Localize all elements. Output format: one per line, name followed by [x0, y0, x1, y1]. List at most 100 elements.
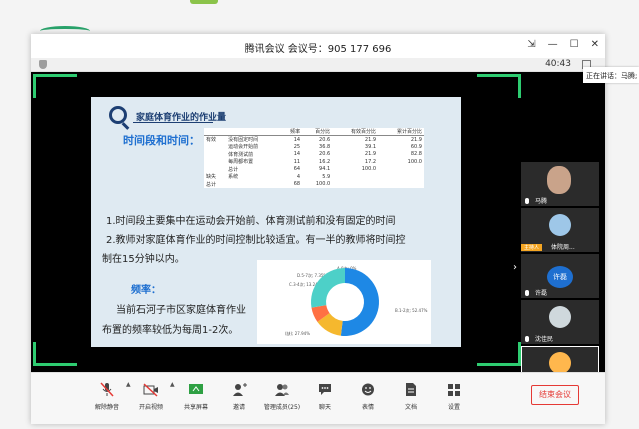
meeting-toolbar: 解除静音 ▲ 开启视频 ▲ 共享屏幕 邀请 管理成员(25) 聊天 表情 文档 … — [31, 372, 605, 424]
slide-point-2: 2.教师对家庭体育作业的时间控制比较适宜。有一半的教师将时间控 — [106, 235, 406, 246]
participant-tile[interactable]: 主持人 体院周... — [521, 208, 599, 252]
emoji-icon — [362, 383, 374, 396]
avatar — [549, 214, 571, 236]
table-cell — [204, 143, 226, 151]
table-header: 有效百分比 — [332, 128, 379, 136]
share-screen-icon — [189, 384, 203, 394]
video-off-icon — [143, 383, 158, 397]
participant-video — [547, 166, 571, 194]
table-header — [226, 128, 280, 136]
slide-point-1: 1.时间段主要集中在运动会开始前、体育测试前和没有固定的时间 — [106, 216, 396, 227]
invite-icon — [233, 383, 247, 396]
slide-point-2-continued: 制在15分钟以内。 — [102, 254, 185, 265]
toolbar-label: 管理成员(25) — [263, 404, 301, 411]
donut-chart: A.0次; 0%B.1-2次; 52.47%C.3-4次; 13.24%D.5-… — [285, 265, 428, 336]
table-cell: 36.8 — [319, 143, 331, 150]
table-cell: 14 — [293, 151, 301, 158]
toolbar-label: 开启视频 — [138, 404, 163, 411]
table-cell — [204, 151, 226, 159]
slide-point-3: 当前石河子市区家庭体育作业 — [116, 305, 246, 316]
window-title: 腾讯会议 会议号：905 177 696 — [244, 44, 392, 55]
table-cell: 有效 — [206, 137, 217, 143]
table-cell: 每周都布置 — [228, 159, 254, 166]
table-cell: 39.1 — [364, 143, 377, 150]
desktop-top-button[interactable] — [190, 0, 218, 4]
toolbar-label: 解除静音 — [94, 404, 119, 411]
table-header: 百分比 — [302, 128, 333, 136]
table-cell: 4 — [296, 173, 301, 180]
share-frame-corner — [477, 342, 521, 366]
participant-tile[interactable]: 沈佳民 — [521, 300, 599, 344]
participant-tile[interactable]: 许磊 许磊 — [521, 254, 599, 298]
table-cell: 运动会开始前 — [228, 144, 259, 151]
title-bar[interactable]: 腾讯会议 会议号：905 177 696 ⇲ — ☐ ✕ — [31, 34, 605, 58]
share-frame-corner — [33, 342, 77, 366]
collapse-arrow-icon[interactable]: › — [513, 262, 517, 273]
table-cell: 60.9 — [410, 143, 422, 150]
end-meeting-button[interactable]: 结束会议 — [531, 385, 579, 405]
documents-button[interactable]: 文档 — [389, 378, 433, 418]
share-screen-button[interactable]: 共享屏幕 — [174, 378, 218, 418]
table-cell: 25 — [293, 143, 301, 150]
speaking-indicator: 正在讲话：马腾; — [583, 67, 639, 83]
donut-label: (缺); 27.94% — [285, 330, 310, 336]
share-frame-corner — [477, 74, 521, 98]
table-cell: 82.8 — [410, 151, 422, 158]
meeting-timer: 40:43 — [545, 59, 571, 69]
toolbar-label: 共享屏幕 — [183, 404, 208, 411]
manage-members-button[interactable]: 管理成员(25) — [260, 378, 304, 418]
table-cell: 94.1 — [319, 166, 331, 173]
chat-icon — [319, 384, 331, 395]
close-icon[interactable]: ✕ — [591, 39, 599, 50]
mic-muted-icon — [100, 382, 114, 397]
table-header — [204, 128, 227, 136]
table-row: 有效 没有固定时间 14 20.6 21.9 21.9 — [204, 136, 424, 144]
participant-name: 体院周... — [551, 244, 575, 251]
donut-slice — [340, 268, 379, 336]
avatar — [549, 306, 571, 328]
table-cell: 20.6 — [319, 136, 331, 143]
toolbar-label: 文档 — [404, 404, 417, 411]
table-cell: 20.6 — [319, 151, 331, 158]
table-cell — [378, 181, 424, 189]
table-row: 总计 68 100.0 — [204, 181, 424, 189]
table-cell — [332, 181, 378, 189]
members-icon — [275, 384, 289, 396]
chat-button[interactable]: 聊天 — [303, 378, 347, 418]
frequency-table: 频率 百分比 有效百分比 累计百分比 有效 没有固定时间 14 20.6 21.9 21.… — [204, 128, 424, 188]
table-cell — [204, 158, 226, 166]
frequency-heading: 频率： — [131, 285, 161, 296]
pin-icon[interactable]: ⇲ — [527, 39, 535, 50]
unmute-button[interactable]: 解除静音 — [85, 378, 129, 418]
table-cell: 21.9 — [364, 136, 377, 143]
minimize-icon[interactable]: — — [548, 39, 558, 50]
donut-label: B.1-2次; 52.47% — [395, 307, 428, 313]
toolbar-label: 聊天 — [318, 404, 331, 411]
participant-tile[interactable]: 马腾 — [521, 162, 599, 206]
table-row: 每周都布置 11 16.2 17.2 100.0 — [204, 158, 424, 166]
video-button[interactable]: 开启视频 — [129, 378, 173, 418]
table-row: 体育测试前 14 20.6 21.9 82.8 — [204, 151, 424, 159]
participant-name: 许磊 — [535, 290, 548, 297]
toolbar-label: 邀请 — [232, 404, 245, 411]
table-cell: 100.0 — [361, 166, 377, 173]
host-badge: 主持人 — [521, 244, 543, 251]
maximize-icon[interactable]: ☐ — [570, 39, 579, 50]
table-header-row: 频率 百分比 有效百分比 累计百分比 — [204, 128, 424, 136]
mic-icon — [525, 336, 529, 342]
magnifier-icon — [109, 106, 127, 124]
table-cell: 总计 — [228, 166, 239, 173]
table-row: 运动会开始前 25 36.8 39.1 60.9 — [204, 143, 424, 151]
table-cell: 体育测试前 — [228, 151, 254, 158]
invite-button[interactable]: 邀请 — [217, 378, 261, 418]
shared-screen: 家庭体育作业的作业量 时间段和时间： 频率 百分比 有效百分比 累计百分比 有效… — [31, 72, 605, 411]
avatar: 许磊 — [547, 266, 573, 288]
settings-button[interactable]: 设置 — [432, 378, 476, 418]
table-header: 频率 — [279, 128, 303, 136]
table-cell: 14 — [293, 136, 301, 143]
slide-subtitle: 时间段和时间： — [123, 134, 200, 147]
table-row: 总计 64 94.1 100.0 — [204, 166, 424, 174]
shield-icon[interactable] — [39, 60, 47, 69]
donut-chart-card: A.0次; 0%B.1-2次; 52.47%C.3-4次; 13.24%D.5-… — [257, 260, 431, 344]
reactions-button[interactable]: 表情 — [346, 378, 390, 418]
